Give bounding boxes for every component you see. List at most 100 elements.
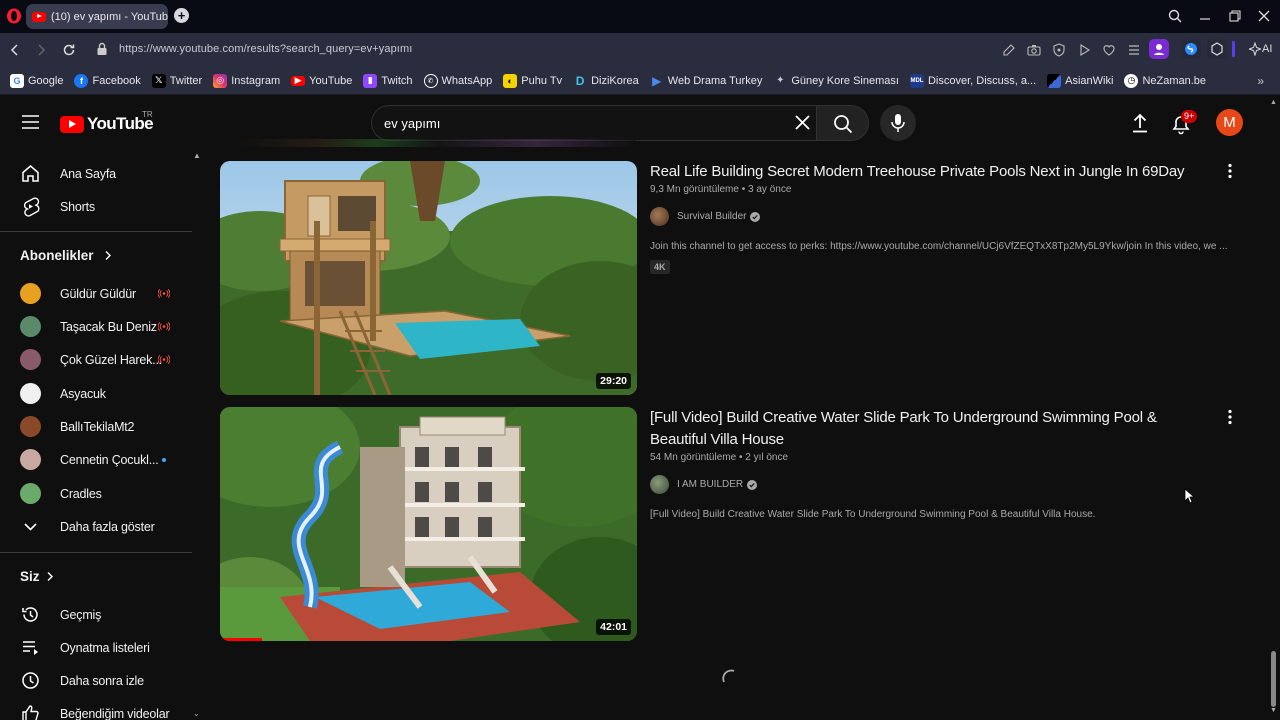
sidebar-channel-guldur-guldur[interactable]: Güldür Güldür xyxy=(0,277,192,310)
page-scrollbar[interactable] xyxy=(1268,95,1280,720)
sidebar-channel-cradles[interactable]: Cradles xyxy=(0,477,192,510)
youtube-icon: ▶ xyxy=(291,75,306,86)
voice-search-button[interactable] xyxy=(880,105,916,141)
bookmark-dizikorea[interactable]: D DiziKorea xyxy=(573,74,639,88)
instagram-icon: ◎ xyxy=(213,73,228,88)
bookmark-whatsapp[interactable]: ✆ WhatsApp xyxy=(423,73,492,88)
active-tab[interactable]: (10) ev yapımı - YouTube xyxy=(26,4,168,29)
subscriptions-header[interactable]: Abonelikler xyxy=(20,248,112,263)
sidebar-item-home[interactable]: Ana Sayfa xyxy=(0,157,192,190)
upload-age: 2 yıl önce xyxy=(745,452,789,463)
sidebar-channel-cok-guzel-hareketler[interactable]: Çok Güzel Harek... xyxy=(0,343,192,376)
minimize-icon[interactable] xyxy=(1197,8,1213,24)
dot-separator: • xyxy=(741,184,746,195)
bookmark-puhu-tv[interactable]: ◐ Puhu Tv xyxy=(503,73,562,88)
youtube-favicon-icon xyxy=(32,11,46,22)
play-icon[interactable] xyxy=(1076,42,1092,58)
shorts-icon xyxy=(24,197,40,217)
mdl-icon: MDL xyxy=(909,73,924,88)
bookmark-facebook[interactable]: f Facebook xyxy=(74,73,141,88)
video-title[interactable]: Real Life Building Secret Modern Treehou… xyxy=(650,161,1210,183)
channel-link[interactable]: I AM BUILDER xyxy=(650,475,1210,494)
search-input[interactable]: ev yapımı xyxy=(371,105,817,141)
upload-icon[interactable] xyxy=(1130,113,1150,133)
bookmark-nezaman[interactable]: ◷ NeZaman.be xyxy=(1124,73,1206,88)
facebook-icon: f xyxy=(74,73,89,88)
close-window-icon[interactable] xyxy=(1256,8,1272,24)
shield-icon[interactable] xyxy=(1051,42,1067,58)
whatsapp-icon: ✆ xyxy=(423,73,438,88)
sidebar-channel-tasacak-bu-deniz[interactable]: Taşacak Bu Deniz xyxy=(0,310,192,343)
opera-logo-icon[interactable] xyxy=(6,8,22,24)
sidebar-item-history[interactable]: Geçmiş xyxy=(0,598,192,631)
sidebar-channel-asyacuk[interactable]: Asyacuk xyxy=(0,377,192,410)
cube-extension-icon[interactable] xyxy=(1207,39,1227,59)
url-field[interactable]: https://www.youtube.com/results?search_q… xyxy=(119,43,412,55)
sidebar-scroll-up-arrow[interactable]: ▲ xyxy=(193,151,201,160)
asianwiki-icon xyxy=(1047,73,1062,88)
browser-tab-bar: (10) ev yapımı - YouTube + xyxy=(0,0,1280,33)
aria-ai-button[interactable]: AI xyxy=(1249,42,1272,56)
bookmark-twitter[interactable]: 𝕏 Twitter xyxy=(151,73,202,88)
more-actions-icon[interactable] xyxy=(1226,409,1234,425)
video-title[interactable]: [Full Video] Build Creative Water Slide … xyxy=(650,407,1210,451)
bookmark-instagram[interactable]: ◎ Instagram xyxy=(213,73,280,88)
bookmark-twitch[interactable]: ▮ Twitch xyxy=(363,73,413,88)
chevron-down-icon xyxy=(24,523,37,531)
sidebar-item-liked-videos[interactable]: Beğendiğim videolar xyxy=(0,697,192,720)
more-actions-icon[interactable] xyxy=(1226,163,1234,179)
dizikorea-icon: D xyxy=(575,73,585,88)
bookmark-asianwiki[interactable]: AsianWiki xyxy=(1047,73,1113,88)
sidebar-channel-ballitekilamt2[interactable]: BallıTekilaMt2 xyxy=(0,410,192,443)
scrollbar-thumb[interactable] xyxy=(1271,651,1276,707)
bookmark-youtube[interactable]: ▶ YouTube xyxy=(291,75,352,87)
channel-name: Survival Builder xyxy=(677,211,747,222)
lock-icon[interactable] xyxy=(96,42,108,56)
edit-icon[interactable] xyxy=(1001,42,1017,58)
bookmark-guney-kore-sinemasi[interactable]: ✦ Güney Kore Sineması xyxy=(773,74,899,88)
chevron-right-icon xyxy=(105,251,111,260)
sidebar-item-shorts[interactable]: Shorts xyxy=(0,190,192,223)
sidebar-item-watch-later[interactable]: Daha sonra izle xyxy=(0,664,192,697)
account-avatar[interactable]: M xyxy=(1216,109,1243,136)
search-tabs-icon[interactable] xyxy=(1167,8,1183,24)
channel-link[interactable]: Survival Builder xyxy=(650,207,1210,226)
clock-icon: ◷ xyxy=(1124,73,1139,88)
heart-icon[interactable] xyxy=(1101,42,1117,58)
sidebar-item-playlists[interactable]: Oynatma listeleri xyxy=(0,631,192,664)
new-tab-button[interactable]: + xyxy=(174,8,189,23)
video-thumbnail[interactable]: 42:01 xyxy=(220,407,637,641)
x-twitter-icon: 𝕏 xyxy=(151,73,166,88)
bookmark-google[interactable]: G Google xyxy=(10,73,63,88)
sidebar-scroll-down-arrow[interactable]: ⌄ xyxy=(193,709,200,718)
puhu-tv-icon: ◐ xyxy=(503,73,518,88)
address-bar: https://www.youtube.com/results?search_q… xyxy=(0,33,1280,67)
bookmark-discover[interactable]: MDL Discover, Discuss, a... xyxy=(909,73,1036,88)
camera-icon[interactable] xyxy=(1026,42,1042,58)
video-thumbnail[interactable]: 29:20 xyxy=(220,161,637,395)
reload-icon[interactable] xyxy=(61,42,77,58)
scroll-up-arrow[interactable]: ▲ xyxy=(1270,99,1277,106)
sidebar-divider xyxy=(0,552,192,553)
bookmarks-more-button[interactable]: » xyxy=(1257,74,1264,88)
watch-progress-bar xyxy=(220,638,262,641)
scroll-down-arrow[interactable]: ▼ xyxy=(1270,707,1277,714)
restore-icon[interactable] xyxy=(1227,8,1243,24)
search-button[interactable] xyxy=(816,105,869,141)
menu-list-icon[interactable] xyxy=(1126,42,1142,58)
shazam-extension-icon[interactable] xyxy=(1181,39,1201,59)
profile-extension-icon[interactable] xyxy=(1149,39,1169,59)
hamburger-menu-icon[interactable] xyxy=(22,115,39,129)
thumbs-up-icon xyxy=(22,705,39,720)
previous-result-edge xyxy=(238,139,636,147)
sidebar-channel-cennetin-cocuklari[interactable]: Cennetin Çocukl... xyxy=(0,443,192,476)
forward-icon[interactable] xyxy=(33,42,49,58)
youtube-logo[interactable]: YouTube TR xyxy=(60,110,154,134)
back-icon[interactable] xyxy=(7,42,23,58)
video-description: Join this channel to get access to perks… xyxy=(650,241,1228,252)
bookmark-web-drama-turkey[interactable]: ▶ Web Drama Turkey xyxy=(650,74,762,88)
sidebar-show-more[interactable]: Daha fazla göster xyxy=(0,510,192,543)
country-code: TR xyxy=(142,110,153,119)
clear-search-icon[interactable] xyxy=(794,114,811,131)
you-section-header[interactable]: Siz xyxy=(20,569,54,584)
